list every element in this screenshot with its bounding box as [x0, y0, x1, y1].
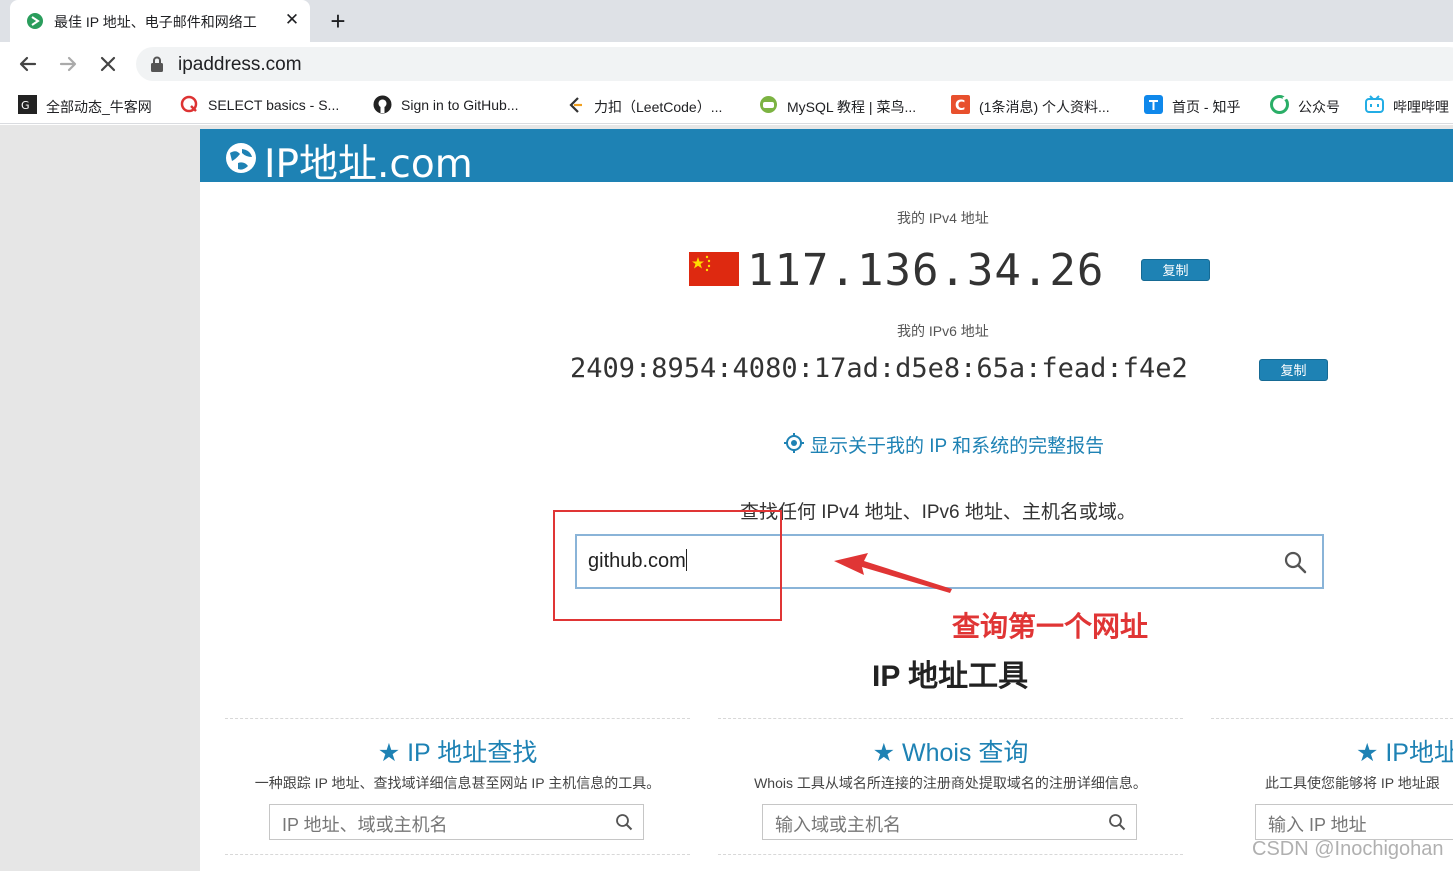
back-arrow-icon[interactable] [14, 50, 42, 78]
bookmark-label: 首页 - 知乎 [1172, 99, 1241, 115]
bookmark-label: 公众号 [1298, 99, 1340, 115]
tool-title[interactable]: ★ IP地址 [1356, 733, 1453, 769]
zhihu-icon [1144, 95, 1163, 114]
tool-description: 此工具使您能够将 IP 地址跟 [1265, 775, 1440, 791]
tool-title[interactable]: ★ Whois 查询 [718, 733, 1183, 769]
tool-description: Whois 工具从域名所连接的注册商处提取域名的注册详细信息。 [754, 775, 1147, 791]
tool-title[interactable]: ★ IP 地址查找 [225, 733, 690, 769]
url-text[interactable]: ipaddress.com [178, 54, 302, 76]
tool-divider [225, 718, 690, 719]
bookmark-label: MySQL 教程 | 菜鸟... [787, 99, 917, 115]
browser-toolbar: ipaddress.com [0, 42, 1453, 86]
csdn-watermark: CSDN @Inochigohan [1252, 838, 1444, 860]
bookmark-label: 哔哩哔哩 [1393, 99, 1449, 115]
bookmark-label: Sign in to GitHub... [401, 97, 519, 113]
runoob-icon [760, 96, 777, 113]
wechat-icon [1270, 95, 1289, 114]
bilibili-icon [1365, 95, 1384, 113]
annotation-text: 查询第一个网址 [952, 611, 1149, 642]
github-icon [373, 95, 392, 114]
ipv4-label: 我的 IPv4 地址 [897, 210, 989, 226]
forward-arrow-icon[interactable] [54, 50, 82, 78]
ipv6-address: 2409:8954:4080:17ad:d5e8:65a:fead:f4e2 [570, 353, 1188, 384]
svg-text:G: G [21, 99, 30, 112]
bookmark-label: 全部动态_牛客网 [46, 99, 152, 115]
svg-text:C: C [955, 98, 965, 114]
browser-tab[interactable]: 最佳 IP 地址、电子邮件和网络工 ✕ [10, 0, 310, 42]
ipv4-address: 117.136.34.26 [747, 245, 1105, 296]
annotation-arrow [834, 553, 952, 593]
search-icon[interactable] [615, 813, 633, 831]
csdn-icon: C [951, 95, 970, 114]
whois-input[interactable]: 输入域或主机名 [762, 804, 1137, 840]
tab-strip: 最佳 IP 地址、电子邮件和网络工 ✕ + [0, 0, 1453, 42]
ipv6-label: 我的 IPv6 地址 [897, 323, 989, 339]
sqlzoo-icon [180, 95, 198, 113]
address-bar[interactable]: ipaddress.com [136, 47, 1453, 81]
search-icon[interactable] [1283, 550, 1307, 574]
input-placeholder: 输入域或主机名 [775, 815, 901, 835]
tab-close-icon[interactable]: ✕ [282, 9, 302, 31]
leetcode-icon [569, 97, 582, 113]
site-content: IP地址.com 我的 IPv4 地址 117.136.34.26 复制 我的 … [200, 129, 1453, 871]
site-header: IP地址.com [200, 129, 1453, 187]
site-logo-text[interactable]: IP地址.com [264, 133, 473, 189]
lock-icon[interactable] [150, 56, 164, 72]
tool-divider [718, 718, 1183, 719]
tool-card-ip-address: ★ IP地址 此工具使您能够将 IP 地址跟 输入 IP 地址 [1211, 718, 1453, 858]
china-flag-icon [689, 252, 739, 286]
copy-ipv4-button[interactable]: 复制 [1141, 259, 1210, 281]
full-report-label: 显示关于我的 IP 和系统的完整报告 [810, 436, 1105, 457]
input-placeholder: 输入 IP 地址 [1268, 815, 1367, 835]
copy-ipv6-button[interactable]: 复制 [1259, 359, 1328, 381]
nowcoder-icon: G [18, 95, 37, 114]
bookmark-label: 力扣（LeetCode）... [594, 99, 723, 115]
tools-section-title: IP 地址工具 [872, 660, 1029, 693]
tool-divider [225, 854, 690, 855]
tool-divider [718, 854, 1183, 855]
tab-title: 最佳 IP 地址、电子邮件和网络工 [54, 14, 257, 30]
tool-card-whois: ★ Whois 查询 Whois 工具从域名所连接的注册商处提取域名的注册详细信… [718, 718, 1183, 858]
search-hint: 查找任何 IPv4 地址、IPv6 地址、主机名或域。 [740, 502, 1136, 523]
tool-divider [1211, 718, 1453, 719]
bookmarks-bar: G 全部动态_牛客网 SELECT basics - S... Sign in … [0, 86, 1453, 124]
input-placeholder: IP 地址、域或主机名 [282, 815, 448, 835]
tool-description: 一种跟踪 IP 地址、查找域详细信息甚至网站 IP 主机信息的工具。 [254, 775, 661, 791]
tool-card-ip-lookup: ★ IP 地址查找 一种跟踪 IP 地址、查找域详细信息甚至网站 IP 主机信息… [225, 718, 690, 858]
ip-lookup-input[interactable]: IP 地址、域或主机名 [269, 804, 644, 840]
ip-address-input[interactable]: 输入 IP 地址 [1255, 804, 1453, 840]
bookmark-label: SELECT basics - S... [208, 97, 340, 113]
site-favicon-icon [27, 13, 43, 29]
target-icon [784, 433, 804, 453]
annotation-highlight-box [553, 510, 782, 621]
bookmark-label: (1条消息) 个人资料... [979, 99, 1110, 115]
stop-loading-icon[interactable] [94, 50, 122, 78]
globe-icon[interactable] [224, 141, 258, 175]
search-icon[interactable] [1108, 813, 1126, 831]
new-tab-button[interactable]: + [324, 6, 352, 36]
